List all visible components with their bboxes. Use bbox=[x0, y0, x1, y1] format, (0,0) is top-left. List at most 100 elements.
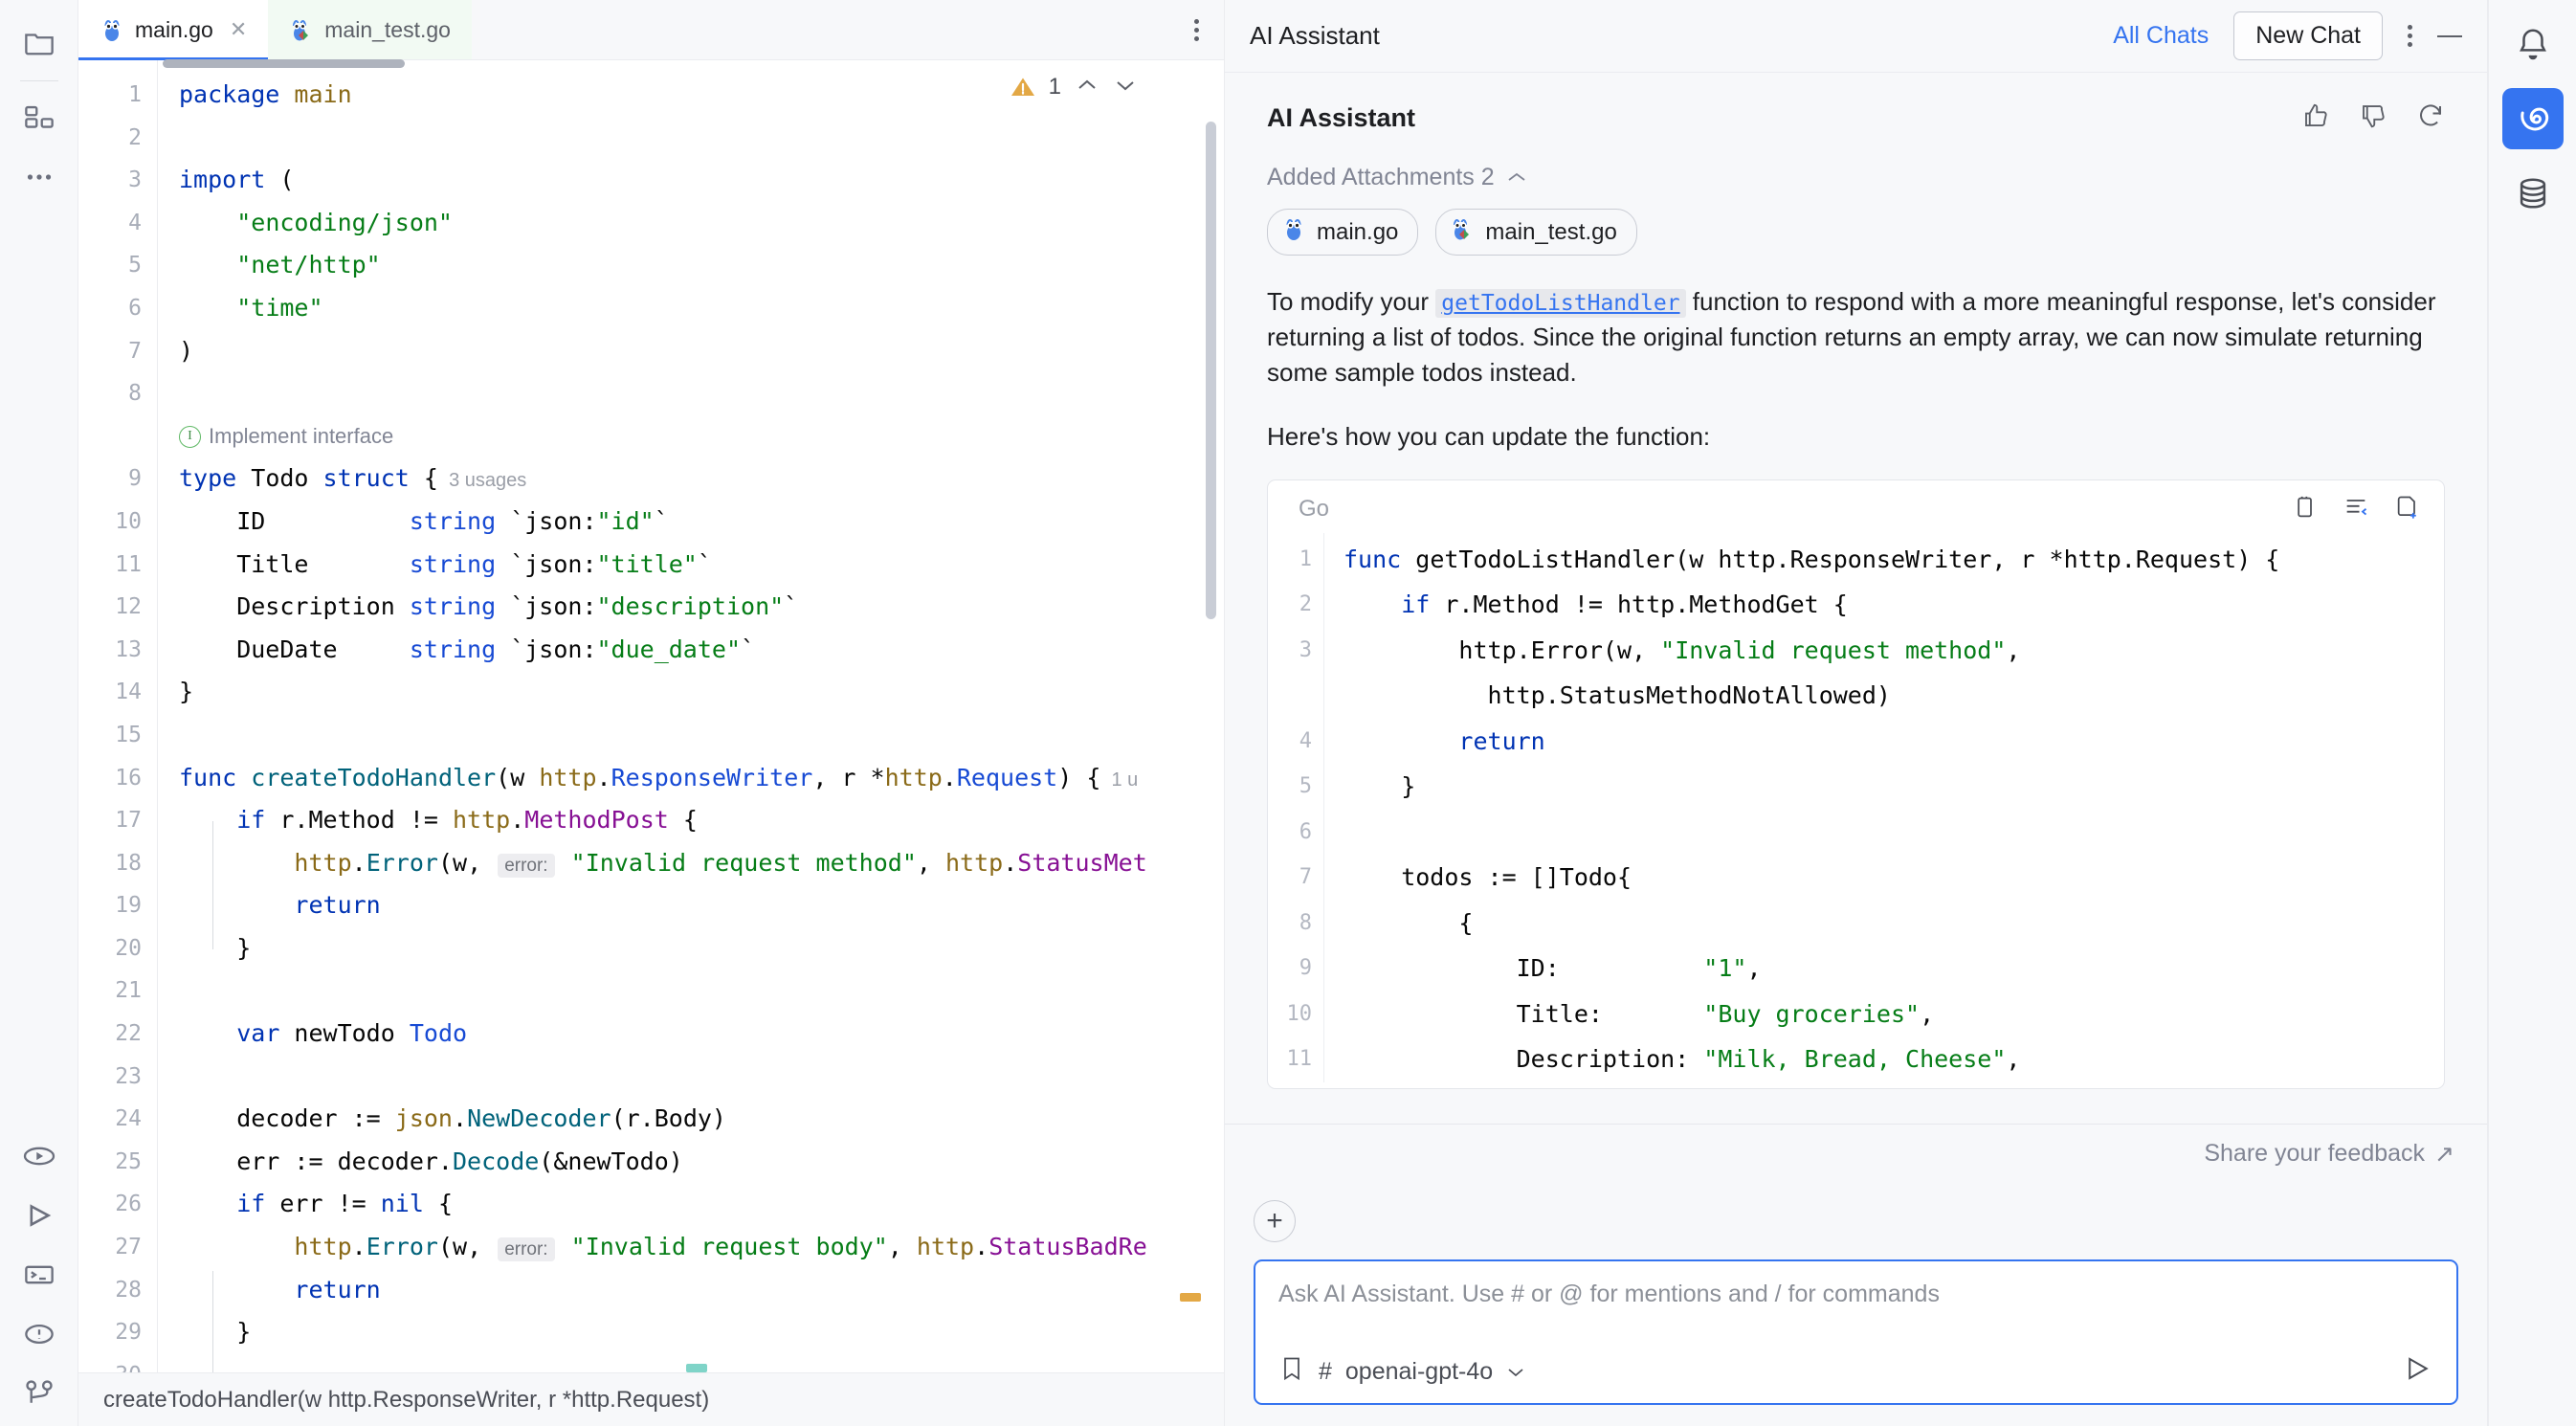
implement-interface-hint[interactable]: IImplement interface bbox=[158, 415, 1224, 458]
code-block-line[interactable]: } bbox=[1344, 764, 2444, 810]
code-line[interactable]: Description string `json:"description"` bbox=[158, 586, 1224, 629]
database-icon[interactable] bbox=[2502, 163, 2564, 224]
code-line[interactable]: decoder := json.NewDecoder(r.Body) bbox=[158, 1098, 1224, 1141]
code-line[interactable]: if err != nil { bbox=[158, 1183, 1224, 1226]
code-block-line[interactable]: todos := []Todo{ bbox=[1344, 855, 2444, 901]
code-line[interactable] bbox=[158, 117, 1224, 160]
code-block-line[interactable]: http.Error(w, "Invalid request method", bbox=[1344, 628, 2444, 674]
code-block-line[interactable]: if r.Method != http.MethodGet { bbox=[1344, 582, 2444, 628]
code-block-line[interactable]: Description: "Milk, Bread, Cheese", bbox=[1344, 1036, 2444, 1082]
all-chats-link[interactable]: All Chats bbox=[2113, 22, 2209, 50]
usages-inlay[interactable]: 3 usages bbox=[438, 470, 526, 491]
chevron-down-icon[interactable] bbox=[1113, 72, 1138, 101]
code-line[interactable]: http.Error(w, error: "Invalid request me… bbox=[158, 842, 1224, 885]
code-block-line[interactable]: return bbox=[1344, 719, 2444, 765]
code-line[interactable]: } bbox=[158, 671, 1224, 714]
code-line[interactable]: return bbox=[158, 884, 1224, 927]
more-tools-icon[interactable] bbox=[12, 150, 66, 204]
feedback-bar[interactable]: Share your feedback ↗ bbox=[1225, 1124, 2487, 1183]
notifications-bell-icon[interactable] bbox=[2502, 13, 2564, 75]
code-line[interactable] bbox=[158, 372, 1224, 415]
kebab-menu-icon[interactable] bbox=[1194, 19, 1199, 41]
code-line[interactable]: Title string `json:"title"` bbox=[158, 544, 1224, 587]
code-block-line[interactable]: http.StatusMethodNotAllowed) bbox=[1344, 673, 2444, 719]
editor-tab-main-go[interactable]: main.go ✕ bbox=[78, 0, 268, 59]
ai-message-header: AI Assistant bbox=[1267, 101, 2445, 135]
right-tool-rail bbox=[2488, 0, 2576, 1426]
context-icon[interactable] bbox=[1278, 1355, 1305, 1389]
structure-icon[interactable] bbox=[12, 91, 66, 145]
editor-code-area[interactable]: package mainimport ( "encoding/json" "ne… bbox=[158, 60, 1224, 1372]
editor-tab-main-test-go[interactable]: main_test.go bbox=[268, 0, 472, 59]
code-line[interactable]: } bbox=[158, 1311, 1224, 1354]
new-chat-button[interactable]: New Chat bbox=[2233, 11, 2383, 60]
code-token: } bbox=[1344, 772, 1415, 800]
code-token bbox=[179, 1019, 236, 1047]
chevron-up-icon[interactable] bbox=[1075, 72, 1099, 101]
code-line[interactable]: ID string `json:"id"` bbox=[158, 501, 1224, 544]
model-name[interactable]: openai-gpt-4o bbox=[1345, 1358, 1493, 1386]
run-icon[interactable] bbox=[12, 1189, 66, 1242]
code-block-line[interactable]: Title: "Buy groceries", bbox=[1344, 992, 2444, 1037]
code-block-line-number: 5 bbox=[1268, 764, 1312, 810]
insert-at-caret-icon[interactable] bbox=[2343, 494, 2369, 525]
terminal-icon[interactable] bbox=[12, 1248, 66, 1302]
ai-panel-title: AI Assistant bbox=[1250, 21, 1380, 51]
code-token bbox=[279, 80, 294, 108]
code-line[interactable] bbox=[158, 1056, 1224, 1099]
code-line[interactable]: "encoding/json" bbox=[158, 202, 1224, 245]
plus-icon[interactable]: + bbox=[1254, 1200, 1296, 1242]
code-token: StatusBadRe bbox=[988, 1233, 1147, 1260]
code-line[interactable] bbox=[158, 969, 1224, 1013]
editor-vertical-scrollbar[interactable] bbox=[1206, 122, 1216, 619]
tab-scrollbar[interactable] bbox=[163, 59, 405, 68]
ai-assistant-icon[interactable] bbox=[2502, 88, 2564, 149]
close-icon[interactable]: ✕ bbox=[230, 17, 247, 42]
code-line[interactable]: err := decoder.Decode(&newTodo) bbox=[158, 1141, 1224, 1184]
line-number: 13 bbox=[78, 629, 157, 672]
code-block-code[interactable]: func getTodoListHandler(w http.ResponseW… bbox=[1323, 533, 2444, 1082]
run-with-coverage-icon[interactable] bbox=[12, 1129, 66, 1183]
code-line[interactable]: if r.Method != http.MethodPost { bbox=[158, 799, 1224, 842]
new-file-icon[interactable] bbox=[2394, 494, 2421, 525]
send-icon[interactable] bbox=[2403, 1354, 2433, 1390]
code-token: import bbox=[179, 166, 265, 193]
code-line[interactable] bbox=[158, 714, 1224, 757]
inline-code-link[interactable]: getTodoListHandler bbox=[1435, 289, 1685, 318]
refresh-icon[interactable] bbox=[2416, 101, 2445, 135]
kebab-menu-icon[interactable] bbox=[2408, 25, 2412, 47]
project-folder-icon[interactable] bbox=[12, 15, 66, 69]
code-line[interactable]: DueDate string `json:"due_date"` bbox=[158, 629, 1224, 672]
code-line[interactable]: var newTodo Todo bbox=[158, 1013, 1224, 1056]
minimize-icon[interactable] bbox=[2437, 35, 2462, 37]
code-line[interactable]: http.Error(w, error: "Invalid request bo… bbox=[158, 1226, 1224, 1269]
code-block-line[interactable]: ID: "1", bbox=[1344, 946, 2444, 992]
attachment-chip-main-go[interactable]: main.go bbox=[1267, 209, 1418, 256]
chevron-down-icon[interactable] bbox=[1506, 1358, 1525, 1386]
code-block-line[interactable]: func getTodoListHandler(w http.ResponseW… bbox=[1344, 537, 2444, 583]
version-control-icon[interactable] bbox=[12, 1367, 66, 1420]
usages-inlay[interactable]: 1 u bbox=[1100, 769, 1138, 791]
code-line[interactable]: } bbox=[158, 927, 1224, 970]
attachments-toggle[interactable]: Added Attachments 2 bbox=[1267, 164, 2445, 191]
code-token: Error bbox=[366, 1233, 438, 1260]
code-line[interactable]: "time" bbox=[158, 287, 1224, 330]
problems-icon[interactable] bbox=[12, 1307, 66, 1361]
code-line[interactable]: ) bbox=[158, 330, 1224, 373]
code-token: string bbox=[410, 507, 496, 535]
attachment-chip-main-test-go[interactable]: main_test.go bbox=[1435, 209, 1636, 256]
code-line[interactable]: type Todo struct { 3 usages bbox=[158, 457, 1224, 501]
code-line[interactable]: return bbox=[158, 1269, 1224, 1312]
code-block-line[interactable] bbox=[1344, 810, 2444, 856]
code-line[interactable]: "net/http" bbox=[158, 244, 1224, 287]
attachments-label: Added Attachments 2 bbox=[1267, 164, 1495, 191]
editor-column: main.go ✕ main_test.go bbox=[78, 0, 1225, 1426]
code-line[interactable]: func createTodoHandler(w http.ResponseWr… bbox=[158, 757, 1224, 800]
thumbs-up-icon[interactable] bbox=[2301, 101, 2330, 135]
code-line[interactable]: import ( bbox=[158, 159, 1224, 202]
thumbs-down-icon[interactable] bbox=[2359, 101, 2387, 135]
ai-input-box[interactable]: Ask AI Assistant. Use # or @ for mention… bbox=[1254, 1259, 2458, 1405]
code-token: string bbox=[410, 635, 496, 663]
code-block-line[interactable]: { bbox=[1344, 901, 2444, 947]
copy-icon[interactable] bbox=[2291, 494, 2318, 525]
